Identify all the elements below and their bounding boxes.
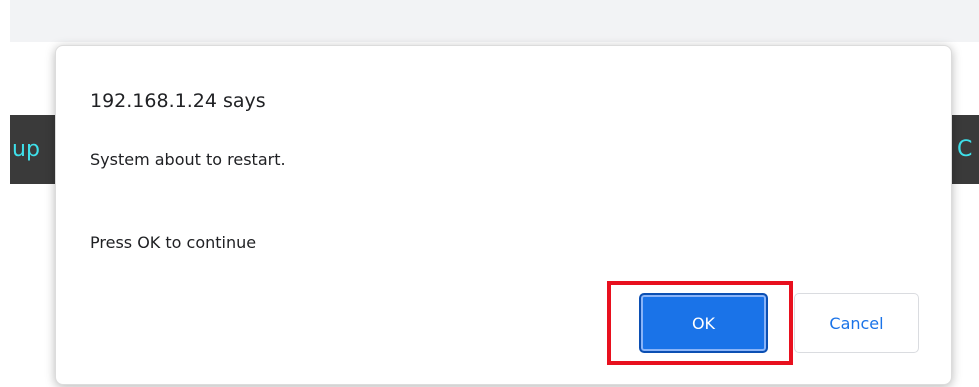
dialog-message-line2: Press OK to continue	[90, 233, 257, 252]
background-nav-right-text: C	[957, 137, 973, 162]
cancel-button[interactable]: Cancel	[794, 293, 919, 353]
ok-button-label: OK	[691, 313, 716, 333]
background-nav-left-text: up	[12, 137, 40, 162]
page-top-bar	[10, 0, 979, 42]
ok-button[interactable]: OK	[639, 293, 768, 353]
cancel-button-label: Cancel	[829, 313, 884, 333]
dialog-title: 192.168.1.24 says	[90, 90, 266, 112]
alert-dialog: 192.168.1.24 says System about to restar…	[55, 45, 952, 385]
browser-page: up C 192.168.1.24 says System about to r…	[0, 0, 979, 387]
dialog-message-line1: System about to restart.	[90, 150, 286, 169]
